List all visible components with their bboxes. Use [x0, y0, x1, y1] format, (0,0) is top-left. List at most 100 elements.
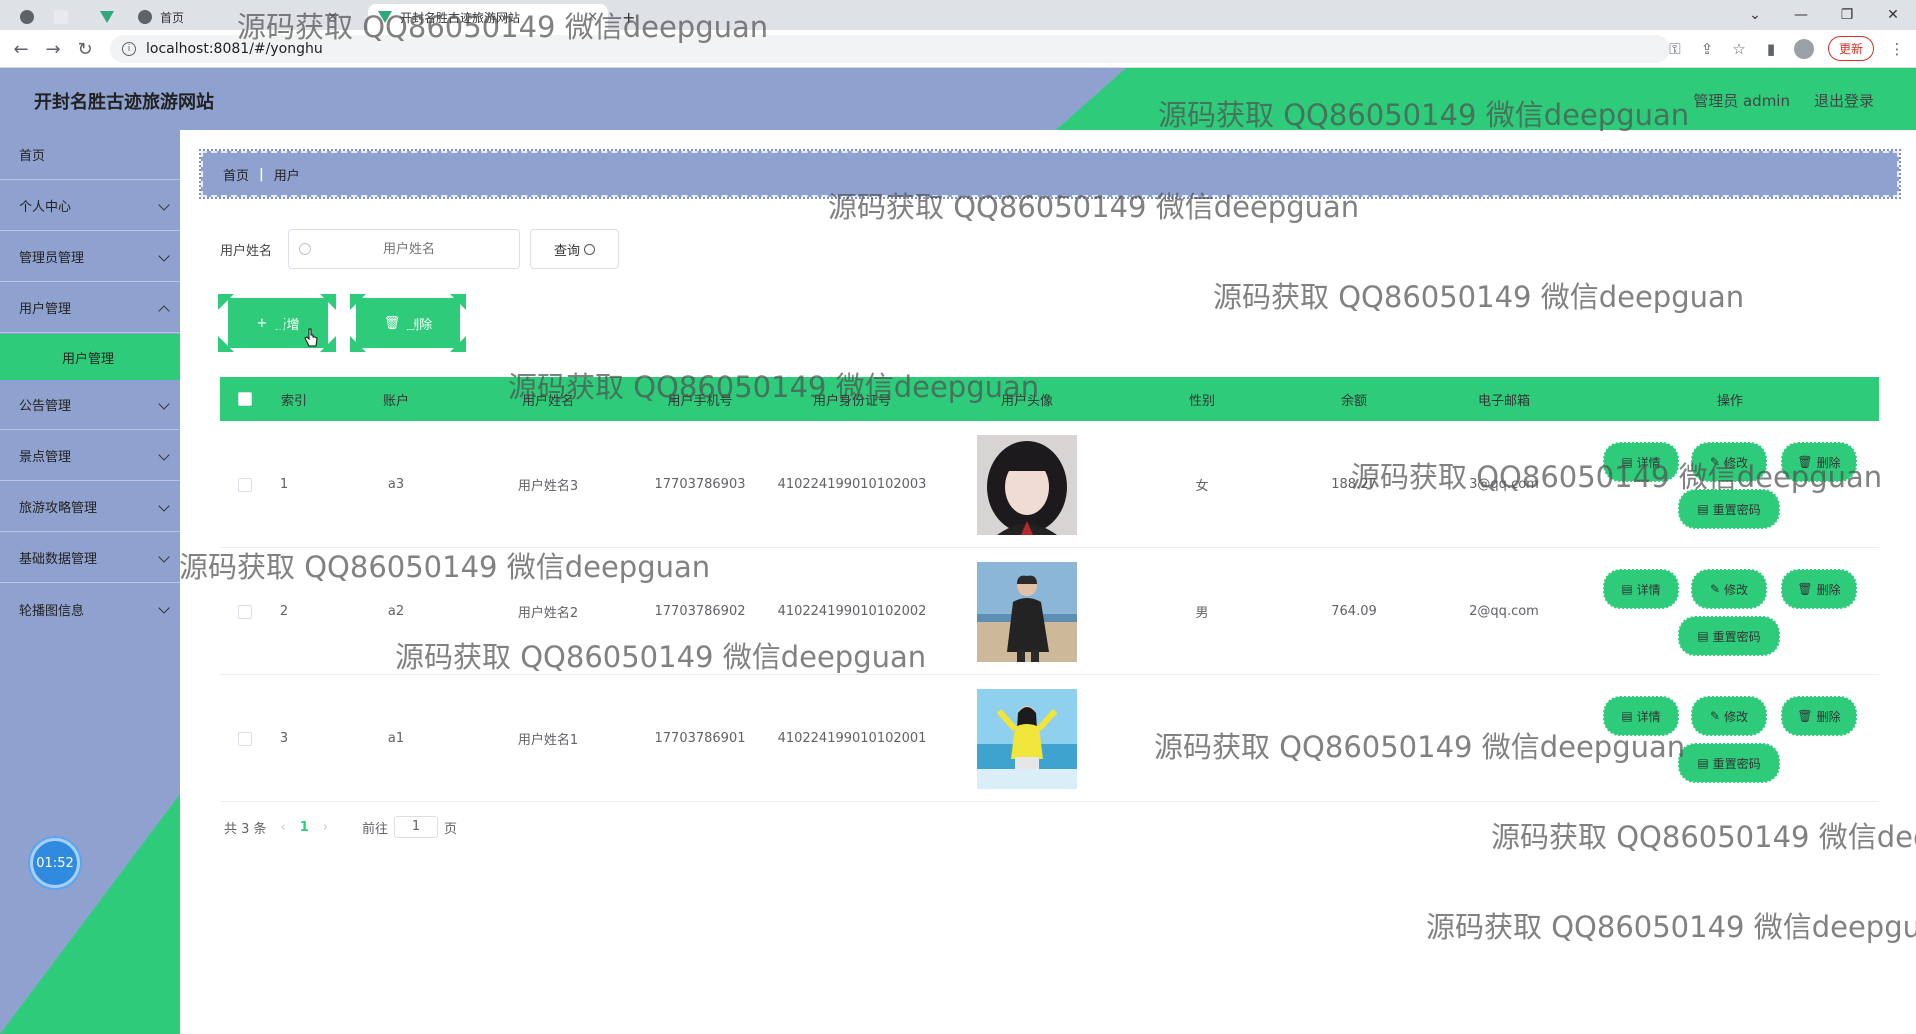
- column-header: 用户头像: [1000, 393, 1054, 409]
- sidebar-item-label: 景点管理: [19, 450, 72, 465]
- row-checkbox[interactable]: [238, 421, 252, 548]
- delete-button[interactable]: 🗑 删除: [1781, 569, 1857, 609]
- tab-label: 开封名胜古迹旅游网站: [400, 10, 521, 25]
- sidebar-item-notices[interactable]: 公告管理: [0, 380, 180, 430]
- checkbox[interactable]: [238, 392, 252, 406]
- chevron-down-icon: [158, 500, 170, 512]
- sidebar-item-carousel[interactable]: 轮播图信息: [0, 584, 180, 634]
- sidebar-item-label: 首页: [19, 149, 46, 164]
- update-button[interactable]: 更新: [1827, 36, 1874, 61]
- column-header: 用户姓名: [521, 393, 575, 409]
- sidebar-item-basic-data[interactable]: 基础数据管理: [0, 533, 180, 583]
- tab-extra-2[interactable]: [44, 4, 78, 30]
- sidebar-item-label: 轮播图信息: [19, 603, 85, 619]
- browser-tabbar: 首页 ✕ 开封名胜古迹旅游网站 ✕ + ⌄ — ❐ ✕: [0, 0, 1916, 30]
- sidebar-item-admin[interactable]: 管理员管理: [0, 232, 180, 282]
- close-icon[interactable]: ✕: [327, 10, 338, 25]
- restore-icon[interactable]: ❐: [1824, 0, 1870, 30]
- chevron-down-icon: [158, 199, 170, 211]
- close-icon[interactable]: ✕: [587, 10, 598, 25]
- sidebar-decoration: [0, 794, 180, 1034]
- new-tab-button[interactable]: +: [612, 4, 645, 30]
- chevron-down-icon: [158, 449, 170, 461]
- pencil-icon: ✎: [1709, 709, 1721, 723]
- breadcrumb: 首页 | 用户: [199, 149, 1901, 199]
- tab-extra-1[interactable]: [10, 4, 44, 30]
- detail-button[interactable]: ▤ 详情: [1603, 696, 1679, 736]
- url-field[interactable]: i localhost:8081/#/yonghu: [110, 35, 1670, 63]
- pager-unit: 页: [444, 821, 458, 837]
- detail-label: 详情: [1636, 582, 1661, 597]
- detail-label: 详情: [1636, 709, 1661, 724]
- sidebar-item-users[interactable]: 用户管理: [0, 283, 180, 333]
- row-checkbox[interactable]: [238, 548, 252, 675]
- chevron-right-icon[interactable]: ›: [323, 820, 328, 835]
- cell-name: 用户姓名3: [517, 479, 579, 494]
- delete-button[interactable]: 🗑 删除: [1781, 442, 1857, 482]
- doc-icon: ▤: [1697, 629, 1709, 643]
- sidebar-subitem-users[interactable]: 用户管理: [0, 334, 180, 380]
- breadcrumb-home[interactable]: 首页: [223, 165, 249, 184]
- sidebar-item-spots[interactable]: 景点管理: [0, 431, 180, 481]
- clock-badge: 01:52: [30, 838, 80, 888]
- close-window-icon[interactable]: ✕: [1870, 0, 1916, 30]
- url-text: localhost:8081/#/yonghu: [146, 41, 323, 57]
- chevron-down-icon: [158, 398, 170, 410]
- key-icon[interactable]: ⚿: [1666, 40, 1684, 58]
- tab-extra-3[interactable]: [90, 4, 124, 30]
- star-icon[interactable]: ☆: [1730, 40, 1748, 58]
- reload-icon[interactable]: ↻: [74, 38, 96, 60]
- pencil-icon: ✎: [1709, 582, 1721, 596]
- app-title: 开封名胜古迹旅游网站: [34, 92, 214, 113]
- logout-link[interactable]: 退出登录: [1814, 90, 1874, 111]
- window-controls: ⌄ — ❐ ✕: [1732, 0, 1916, 30]
- tab-home[interactable]: 首页 ✕: [128, 4, 348, 30]
- back-icon[interactable]: ←: [10, 38, 32, 60]
- cell-phone: 17703786903: [654, 477, 746, 492]
- edit-button[interactable]: ✎ 修改: [1691, 442, 1767, 482]
- detail-button[interactable]: ▤ 详情: [1603, 569, 1679, 609]
- cell-email: 2@qq.com: [1469, 604, 1539, 619]
- cell-avatar: [977, 421, 1077, 548]
- share-icon[interactable]: ⇪: [1698, 40, 1716, 58]
- tab-list-icon[interactable]: ⌄: [1732, 0, 1778, 30]
- select-all-checkbox[interactable]: [238, 377, 252, 421]
- reset-password-button[interactable]: ▤ 重置密码: [1678, 743, 1780, 783]
- sidebar-item-home[interactable]: 首页: [0, 130, 180, 180]
- search-button[interactable]: 查询: [530, 229, 619, 269]
- checkbox[interactable]: [238, 477, 252, 492]
- row-checkbox[interactable]: [238, 675, 252, 802]
- reset-password-button[interactable]: ▤ 重置密码: [1678, 616, 1780, 656]
- forward-icon[interactable]: →: [42, 38, 64, 60]
- checkbox[interactable]: [238, 731, 252, 746]
- search-input[interactable]: [319, 241, 499, 257]
- reset-password-button[interactable]: ▤ 重置密码: [1678, 489, 1780, 529]
- profile-icon[interactable]: [1793, 38, 1814, 59]
- column-header: 用户手机号: [667, 393, 733, 409]
- delete-button[interactable]: 🗑 删除: [1781, 696, 1857, 736]
- chevron-left-icon[interactable]: ‹: [281, 820, 286, 835]
- edit-button[interactable]: ✎ 修改: [1691, 569, 1767, 609]
- info-icon[interactable]: i: [122, 42, 136, 56]
- edit-label: 修改: [1724, 582, 1749, 597]
- sidepanel-icon[interactable]: ▮: [1762, 40, 1780, 58]
- search-icon: [299, 243, 311, 255]
- checkbox[interactable]: [238, 604, 252, 619]
- pager-page[interactable]: 1: [300, 820, 309, 835]
- sidebar-item-personal[interactable]: 个人中心: [0, 181, 180, 231]
- column-header: 索引: [280, 393, 308, 409]
- edit-button[interactable]: ✎ 修改: [1691, 696, 1767, 736]
- tab-site[interactable]: 开封名胜古迹旅游网站 ✕: [368, 4, 608, 30]
- detail-button[interactable]: ▤ 详情: [1603, 442, 1679, 482]
- pager-goto-input[interactable]: 1: [394, 816, 439, 838]
- minimize-icon[interactable]: —: [1778, 0, 1824, 30]
- cell-account: a2: [387, 604, 405, 619]
- sidebar-item-label: 管理员管理: [19, 251, 85, 266]
- sidebar-item-label: 旅游攻略管理: [19, 501, 98, 516]
- sidebar-item-guides[interactable]: 旅游攻略管理: [0, 482, 180, 532]
- current-user: 管理员 admin: [1693, 92, 1790, 110]
- menu-icon[interactable]: ⋮: [1888, 40, 1906, 58]
- cell-account: a3: [387, 477, 405, 492]
- search-field[interactable]: [288, 229, 520, 269]
- hand-cursor-icon: [304, 328, 318, 347]
